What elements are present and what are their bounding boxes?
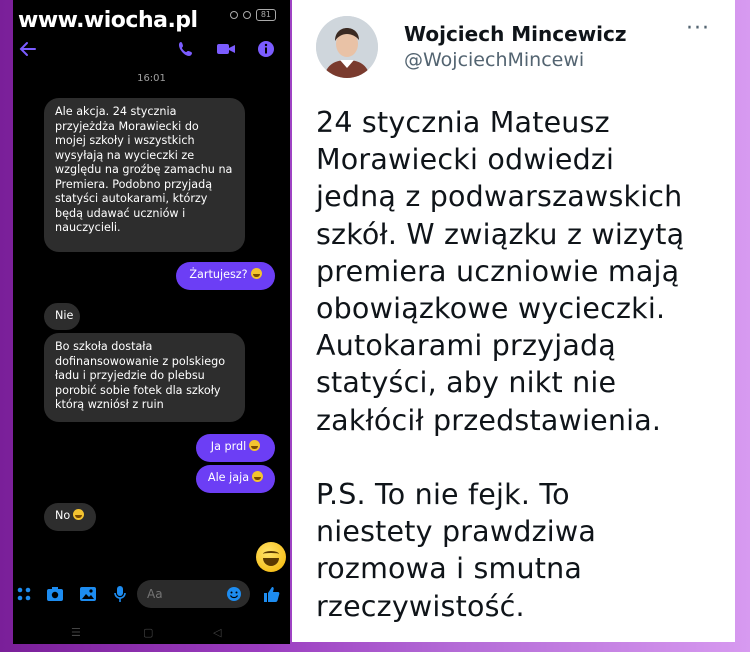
menu-icon[interactable] bbox=[15, 585, 33, 603]
message-text: Żartujesz? bbox=[189, 268, 248, 281]
emoji-icon bbox=[252, 471, 264, 482]
incoming-message: Bo szkoła dostała dofinansowowanie z pol… bbox=[44, 333, 245, 422]
emoji-icon bbox=[249, 440, 261, 451]
message-text: Ja prdl bbox=[210, 440, 247, 453]
gallery-icon[interactable] bbox=[79, 585, 97, 603]
alarm-icon bbox=[229, 11, 238, 19]
battery-indicator: 81 bbox=[255, 9, 276, 21]
camera-icon[interactable] bbox=[46, 585, 64, 603]
back-arrow-icon[interactable] bbox=[15, 36, 41, 62]
message-timestamp: 16:01 bbox=[137, 73, 166, 84]
video-icon[interactable] bbox=[213, 36, 239, 62]
home-icon[interactable]: ▢ bbox=[143, 626, 153, 639]
tweet-card: Wojciech Mincewicz @WojciechMincewi ··· … bbox=[292, 0, 735, 642]
wifi-icon bbox=[242, 11, 251, 19]
incoming-message: No bbox=[44, 503, 96, 531]
more-options-icon[interactable]: ··· bbox=[686, 18, 710, 40]
message-text: Ale jaja bbox=[207, 471, 250, 484]
outgoing-message: Żartujesz? bbox=[176, 262, 275, 290]
message-composer bbox=[13, 580, 290, 610]
mic-icon[interactable] bbox=[111, 585, 129, 603]
recent-apps-icon[interactable]: ☰ bbox=[71, 626, 81, 639]
outgoing-message: Ale jaja bbox=[196, 465, 275, 493]
site-watermark: www.wiocha.pl bbox=[18, 8, 198, 33]
laughing-emoji-icon bbox=[256, 542, 286, 572]
author-name[interactable]: Wojciech Mincewicz bbox=[404, 22, 627, 46]
outgoing-message: Ja prdl bbox=[196, 434, 275, 462]
avatar[interactable] bbox=[316, 16, 378, 78]
emoji-icon[interactable] bbox=[225, 585, 243, 603]
phone-icon[interactable] bbox=[173, 36, 199, 62]
incoming-message: Nie bbox=[44, 303, 80, 330]
android-nav-bar: ☰ ▢ ◁ bbox=[13, 624, 290, 642]
emoji-icon bbox=[250, 268, 262, 279]
messenger-screenshot: 81 16:01 Ale akcja. 24 stycznia przyjeżd… bbox=[13, 0, 290, 644]
tweet-text: 24 stycznia Mateusz Morawiecki odwiedzi … bbox=[316, 106, 685, 623]
emoji-icon bbox=[73, 509, 85, 520]
thumbs-up-icon[interactable] bbox=[262, 585, 280, 603]
chat-header bbox=[13, 36, 290, 68]
status-icons: 81 bbox=[229, 9, 276, 21]
incoming-message: Ale akcja. 24 stycznia przyjeżdża Morawi… bbox=[44, 98, 245, 252]
info-icon[interactable] bbox=[253, 36, 279, 62]
message-text: No bbox=[55, 509, 71, 522]
back-icon[interactable]: ◁ bbox=[213, 626, 221, 639]
author-handle[interactable]: @WojciechMincewi bbox=[404, 49, 584, 71]
